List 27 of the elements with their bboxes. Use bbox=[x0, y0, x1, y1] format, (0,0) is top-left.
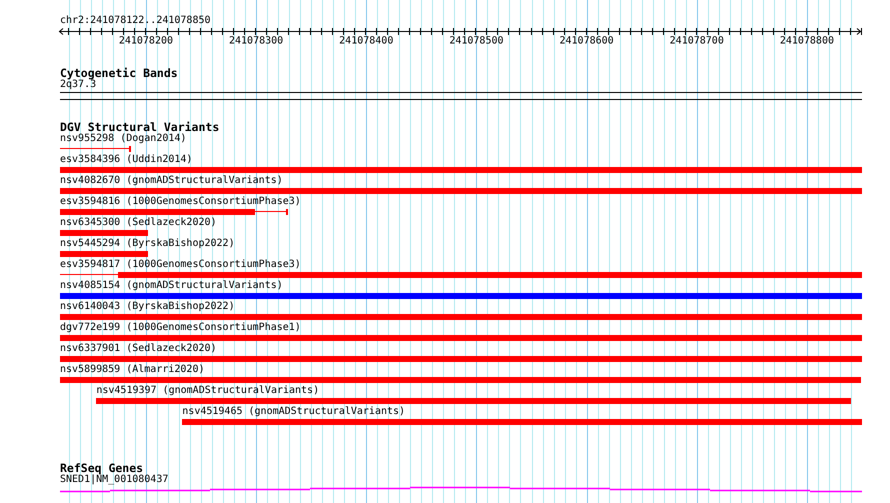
variant-label: nsv4519465 (gnomADStructuralVariants) bbox=[181, 406, 406, 418]
band-label: 2q37.3 bbox=[60, 79, 96, 91]
variant-label: nsv955298 (Dogan2014) bbox=[60, 133, 186, 145]
ruler-label: 241078700 bbox=[670, 36, 724, 46]
track-title: DGV Structural Variants bbox=[60, 121, 220, 133]
ruler-label: 241078800 bbox=[780, 36, 834, 46]
variant-label: nsv5899859 (Almarri2020) bbox=[60, 364, 204, 376]
location-label: chr2:241078122..241078850 bbox=[60, 14, 211, 27]
variant-label: nsv4082670 (gnomADStructuralVariants) bbox=[60, 175, 283, 187]
gene-label: SNED1|NM_001080437 bbox=[60, 474, 168, 486]
variant-label: nsv4519397 (gnomADStructuralVariants) bbox=[95, 385, 320, 397]
variant-label: dgv772e199 (1000GenomesConsortiumPhase1) bbox=[60, 322, 301, 334]
variant-label: nsv5445294 (ByrskaBishop2022) bbox=[60, 238, 235, 250]
variant-label: nsv6337901 (Sedlazeck2020) bbox=[60, 343, 217, 355]
ruler-label: 241078600 bbox=[560, 36, 614, 46]
track-title: RefSeq Genes bbox=[60, 462, 144, 474]
variant-label: esv3594816 (1000GenomesConsortiumPhase3) bbox=[60, 196, 301, 208]
ruler-label: 241078500 bbox=[449, 36, 504, 46]
ruler-label: 241078300 bbox=[229, 36, 284, 46]
ruler-label: 241078200 bbox=[118, 36, 174, 46]
track-title: Cytogenetic Bands bbox=[60, 67, 178, 79]
variant-label: nsv6140043 (ByrskaBishop2022) bbox=[60, 301, 235, 313]
variant-label: esv3594817 (1000GenomesConsortiumPhase3) bbox=[60, 259, 301, 271]
variant-label: esv3584396 (Uddin2014) bbox=[60, 154, 192, 166]
variant-label: nsv6345300 (Sedlazeck2020) bbox=[60, 217, 217, 229]
ruler-label: 241078400 bbox=[339, 36, 394, 46]
variant-label: nsv4085154 (gnomADStructuralVariants) bbox=[60, 280, 283, 292]
